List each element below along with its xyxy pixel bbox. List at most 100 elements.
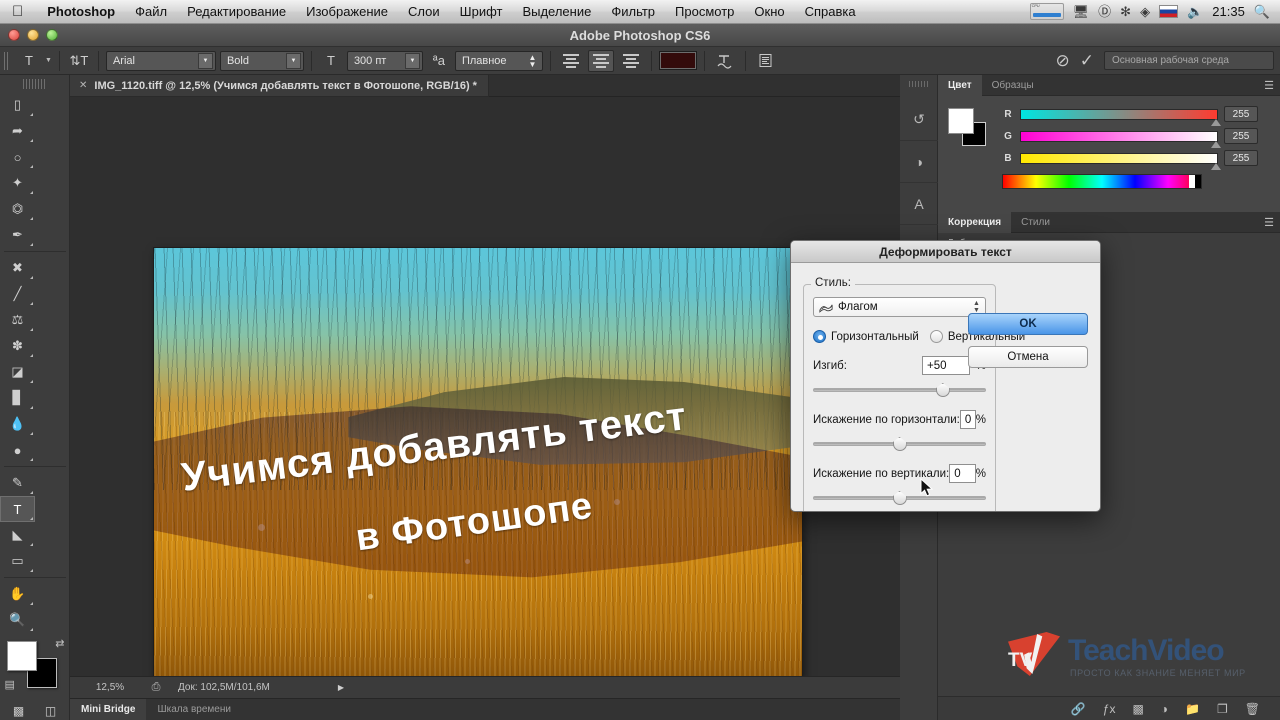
workspace-select[interactable]: Основная рабочая среда ▲ ▼	[1104, 51, 1274, 70]
chevron-down-icon[interactable]: ▼	[197, 52, 213, 69]
crop-icon[interactable]: ⏣	[0, 196, 35, 222]
layer-mask-icon[interactable]: ▩	[1132, 702, 1143, 716]
menu-window[interactable]: Окно	[744, 0, 794, 24]
warp-style-select[interactable]: Флагом ▲ ▼	[813, 297, 986, 317]
document-tab[interactable]: ✕ IMG_1120.tiff @ 12,5% (Учимся добавлят…	[70, 75, 489, 97]
menu-app-name[interactable]: Photoshop	[37, 0, 125, 24]
menu-file[interactable]: Файл	[125, 0, 177, 24]
panel-menu-icon[interactable]: ☰	[1264, 216, 1274, 229]
path-selection-icon[interactable]: ◣	[0, 522, 35, 548]
type-tool-icon[interactable]: T	[17, 50, 41, 72]
slider-thumb[interactable]	[1211, 162, 1221, 170]
chevron-down-icon[interactable]: ▼	[285, 52, 301, 69]
text-color-swatch[interactable]	[658, 51, 697, 70]
text-orientation-icon[interactable]: ⇅T	[67, 50, 91, 72]
wifi-icon[interactable]: ◈	[1140, 5, 1150, 18]
canvas-viewport[interactable]: Учимся добавлять текст в Фотошопе	[70, 97, 900, 698]
cancel-button[interactable]: Отмена	[968, 346, 1088, 368]
font-family-select[interactable]: Arial ▼	[105, 50, 216, 71]
document-thumb-icon[interactable]: ⎙	[142, 681, 170, 694]
zoom-window-button[interactable]	[46, 29, 58, 41]
channel-slider-g[interactable]	[1020, 130, 1221, 148]
type-tool-icon[interactable]: T	[0, 496, 35, 522]
layer-style-icon[interactable]: ƒx	[1103, 702, 1116, 716]
slider-track[interactable]	[813, 388, 986, 392]
bend-slider[interactable]	[813, 383, 986, 397]
channel-slider-b[interactable]	[1020, 152, 1221, 170]
display-icon[interactable]: 🖥	[1073, 5, 1090, 18]
slider-thumb[interactable]	[935, 383, 950, 397]
flag-ru-icon[interactable]	[1159, 5, 1179, 18]
assistive-access-icon[interactable]: Ⓓ	[1098, 5, 1111, 18]
bend-input[interactable]: +50	[922, 356, 970, 375]
tab-swatches[interactable]: Образцы	[982, 75, 1044, 96]
channel-value-r[interactable]: 255	[1224, 106, 1258, 122]
warp-text-dialog[interactable]: Деформировать текст Стиль: Флагом ▲ ▼ Го…	[790, 240, 1101, 512]
status-arrow-icon[interactable]: ▶	[338, 683, 344, 692]
history-panel-icon[interactable]: ↺	[900, 99, 938, 141]
zoom-level-value[interactable]: 12,5%	[78, 682, 142, 693]
foreground-color-swatch[interactable]	[6, 641, 37, 671]
document-canvas[interactable]: Учимся добавлять текст в Фотошопе	[154, 248, 802, 680]
character-panel-icon[interactable]: A	[900, 183, 938, 225]
bluetooth-icon[interactable]: ✻	[1120, 5, 1131, 18]
gradient-icon[interactable]: ▊	[0, 385, 35, 411]
swap-colors-icon[interactable]: ⇄	[55, 637, 64, 650]
tab-color[interactable]: Цвет	[938, 75, 982, 96]
ok-button[interactable]: OK	[968, 313, 1088, 335]
chevron-down-icon[interactable]: ▼	[404, 52, 420, 69]
dock-grip[interactable]	[909, 81, 929, 87]
eraser-icon[interactable]: ◪	[0, 359, 35, 385]
link-layers-icon[interactable]: 🔗	[1071, 702, 1086, 716]
slider-thumb[interactable]	[1211, 140, 1221, 148]
hand-icon[interactable]: ✋	[0, 581, 35, 607]
radio-dot-selected[interactable]	[813, 330, 826, 343]
menu-view[interactable]: Просмотр	[665, 0, 744, 24]
adjustments-panel-icon[interactable]: ◑	[900, 141, 938, 183]
cancel-edit-icon[interactable]: ⊘	[1056, 51, 1070, 71]
minimize-window-button[interactable]	[27, 29, 39, 41]
radio-dot[interactable]	[929, 330, 943, 343]
close-icon[interactable]: ✕	[79, 80, 87, 91]
menu-type[interactable]: Шрифт	[450, 0, 513, 24]
tool-preset-chevron-icon[interactable]: ▼	[45, 57, 52, 64]
search-icon[interactable]: 🔍	[1254, 5, 1270, 18]
close-window-button[interactable]	[8, 29, 20, 41]
lasso-icon[interactable]: ○	[0, 144, 35, 170]
font-size-select[interactable]: 300 пт ▼	[346, 50, 423, 71]
stepper-icon[interactable]: ▲ ▼	[1256, 52, 1269, 70]
blur-icon[interactable]: 💧	[0, 411, 35, 437]
warp-text-icon[interactable]	[712, 50, 738, 72]
slider-thumb[interactable]	[892, 437, 907, 451]
menu-help[interactable]: Справка	[795, 0, 866, 24]
pen-icon[interactable]: ✎	[0, 470, 35, 496]
horizontal-distortion-input[interactable]: 0	[959, 410, 976, 429]
tab-styles[interactable]: Стили	[1011, 212, 1060, 233]
channel-slider-r[interactable]	[1020, 108, 1221, 126]
toolbox-grip[interactable]	[22, 79, 47, 89]
delete-layer-icon[interactable]: 🗑	[1245, 702, 1260, 716]
stepper-icon[interactable]: ▲ ▼	[525, 53, 540, 69]
channel-value-g[interactable]: 255	[1224, 128, 1258, 144]
align-left-button[interactable]	[558, 50, 584, 72]
quick-selection-icon[interactable]: ✦	[0, 170, 35, 196]
spot-healing-icon[interactable]: ✖	[0, 255, 35, 281]
panel-menu-icon[interactable]: ☰	[1264, 79, 1274, 92]
dodge-icon[interactable]: ●	[0, 437, 35, 463]
eyedropper-icon[interactable]: ✒	[0, 222, 35, 248]
color-spectrum-strip[interactable]	[1002, 174, 1202, 189]
clone-stamp-icon[interactable]: ⚖	[0, 307, 35, 333]
slider-thumb[interactable]	[1211, 118, 1221, 126]
menu-edit[interactable]: Редактирование	[177, 0, 296, 24]
menu-filter[interactable]: Фильтр	[601, 0, 665, 24]
move-icon[interactable]: ➦	[0, 118, 35, 144]
quick-mask-icon[interactable]: ▩	[6, 701, 32, 720]
rectangular-marquee-icon[interactable]: ▯	[0, 92, 35, 118]
adjustment-layer-icon[interactable]: ◑	[1161, 702, 1168, 716]
commit-edit-icon[interactable]: ✓	[1080, 51, 1094, 71]
menu-layers[interactable]: Слои	[398, 0, 450, 24]
new-layer-icon[interactable]: ❐	[1217, 702, 1228, 716]
volume-icon[interactable]: 🔈	[1187, 5, 1203, 18]
orientation-horizontal-radio[interactable]: Горизонтальный	[813, 330, 919, 343]
tab-adjustments[interactable]: Коррекция	[938, 212, 1012, 233]
